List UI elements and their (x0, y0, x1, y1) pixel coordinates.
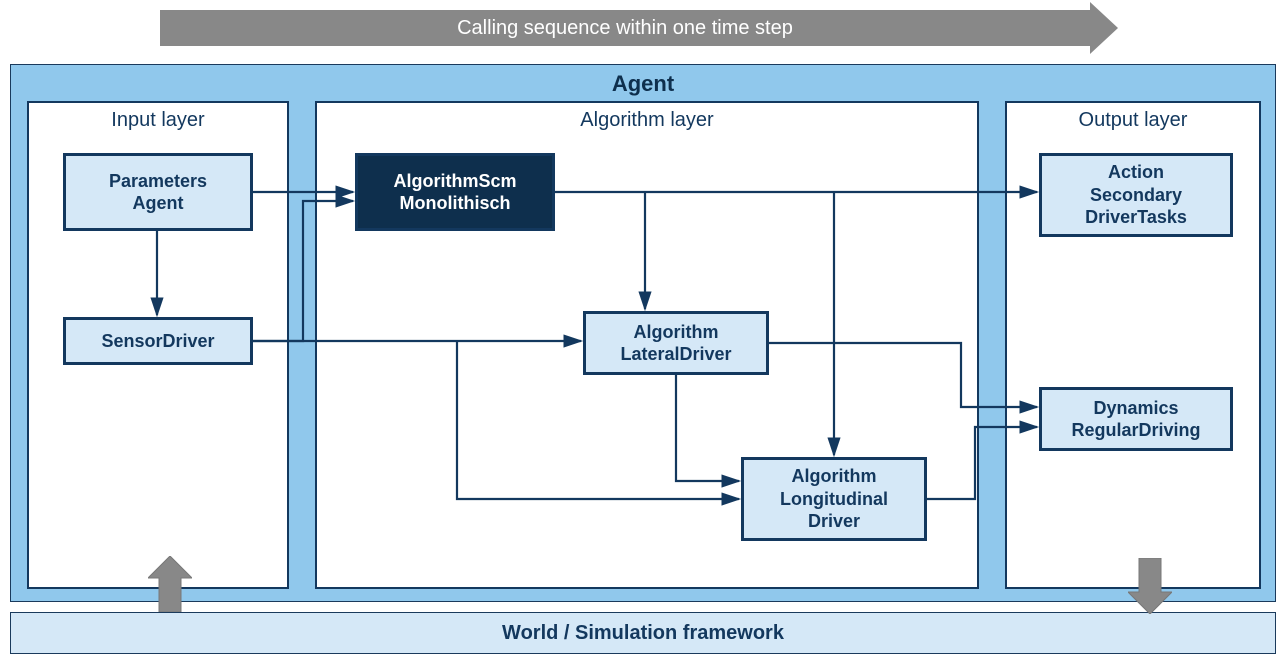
box-parameters-agent: ParametersAgent (63, 153, 253, 231)
algorithm-layer-title: Algorithm layer (317, 103, 977, 138)
output-layer-title: Output layer (1007, 103, 1259, 138)
box-dynamics-regular-driving: DynamicsRegularDriving (1039, 387, 1233, 451)
arrow-up-icon (148, 556, 192, 612)
agent-title: Agent (11, 65, 1275, 101)
layers-area: Input layer Algorithm layer Output layer… (27, 101, 1259, 589)
box-algorithm-lateral-driver: AlgorithmLateralDriver (583, 311, 769, 375)
box-action-secondary-driver-tasks: ActionSecondaryDriverTasks (1039, 153, 1233, 237)
agent-container: Agent Input layer Algorithm layer Output… (10, 64, 1276, 602)
input-layer-title: Input layer (29, 103, 287, 138)
world-title: World / Simulation framework (502, 622, 784, 645)
calling-sequence-label: Calling sequence within one time step (457, 17, 793, 40)
calling-sequence-arrow: Calling sequence within one time step (160, 10, 1090, 46)
arrow-down-icon (1128, 558, 1172, 614)
box-sensor-driver: SensorDriver (63, 317, 253, 365)
box-algorithm-scm-monolithisch: AlgorithmScmMonolithisch (355, 153, 555, 231)
box-algorithm-longitudinal-driver: AlgorithmLongitudinalDriver (741, 457, 927, 541)
world-simulation-framework-bar: World / Simulation framework (10, 612, 1276, 654)
